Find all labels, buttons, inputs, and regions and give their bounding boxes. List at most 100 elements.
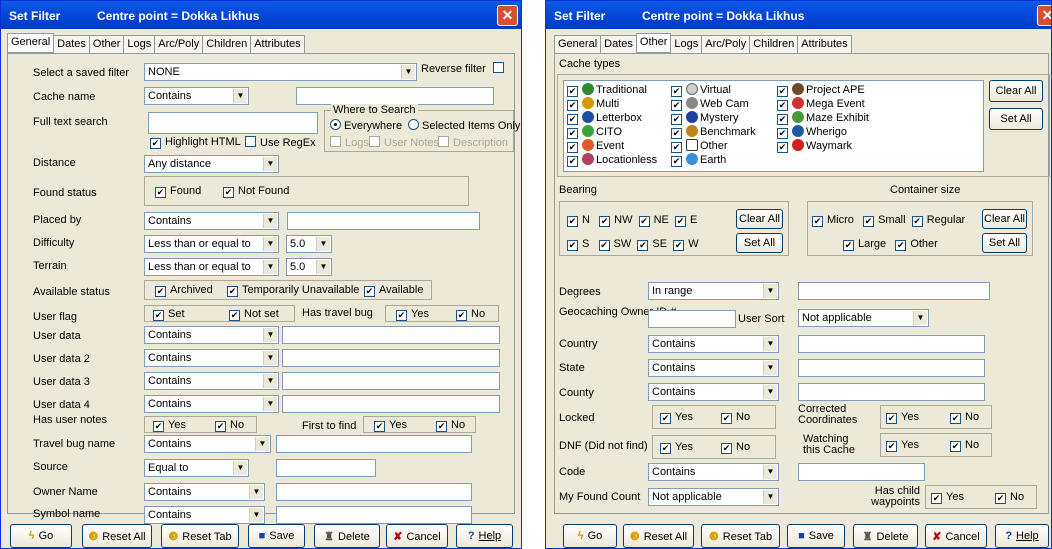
dnf-yes-checkbox[interactable]: ✔ Yes [660, 441, 693, 454]
locked-yes-checkbox[interactable]: ✔ Yes [660, 411, 693, 424]
cache-types-clear-all-button[interactable]: Clear All [989, 80, 1043, 102]
tab-children[interactable]: Children [749, 35, 799, 53]
difficulty-op-select[interactable]: Less than or equal to ▼ [144, 235, 279, 253]
help-button[interactable]: ? Help [456, 524, 513, 548]
cache-type-cito[interactable]: ✔ CITO [567, 125, 657, 139]
found-checkbox[interactable]: ✔ Found [155, 185, 201, 198]
cache-type-locationless[interactable]: ✔ Locationless [567, 153, 657, 167]
container-set-all-button[interactable]: Set All [982, 233, 1027, 253]
bearing-e-checkbox[interactable]: ✔ E [674, 214, 697, 227]
dnf-no-checkbox[interactable]: ✔ No [721, 441, 750, 454]
cache-type-project-ape[interactable]: ✔ Project APE [777, 83, 869, 97]
not-found-checkbox[interactable]: ✔ Not Found [223, 185, 289, 198]
close-icon[interactable]: ✕ [497, 5, 518, 26]
bearing-nw-checkbox[interactable]: ✔ NW [599, 214, 632, 227]
country-op-select[interactable]: Contains ▼ [648, 335, 779, 353]
cache-type-maze-exhibit[interactable]: ✔ Maze Exhibit [777, 111, 869, 125]
my-found-select[interactable]: Not applicable ▼ [648, 488, 779, 506]
difficulty-value-select[interactable]: 5.0 ▼ [286, 235, 332, 253]
save-button[interactable]: ■ Save [248, 524, 305, 548]
bearing-w-checkbox[interactable]: ✔ W [673, 238, 699, 251]
go-button[interactable]: ϟ Go [563, 524, 617, 548]
cache-type-mega-event[interactable]: ✔ Mega Event [777, 97, 869, 111]
tab-other[interactable]: Other [88, 35, 125, 53]
user-sort-select[interactable]: Not applicable ▼ [798, 309, 929, 327]
reset-tab-button[interactable]: ❸ Reset Tab [161, 524, 239, 548]
terrain-op-select[interactable]: Less than or equal to ▼ [144, 258, 279, 276]
cache-type-mystery[interactable]: ✔ Mystery [671, 111, 756, 125]
tab-general[interactable]: General [7, 33, 55, 52]
user-data3-input[interactable] [282, 372, 500, 390]
tab-dates[interactable]: Dates [53, 35, 90, 53]
user-data4-input[interactable] [282, 395, 500, 413]
user-data-input[interactable] [282, 326, 500, 344]
tab-logs[interactable]: Logs [123, 35, 156, 53]
tab-arc-poly[interactable]: Arc/Poly [701, 35, 751, 53]
full-text-input[interactable] [148, 112, 318, 134]
cancel-button[interactable]: ✘ Cancel [386, 524, 448, 548]
tab-general[interactable]: General [554, 35, 602, 53]
source-op-select[interactable]: Equal to ▼ [144, 459, 249, 477]
cache-type-traditional[interactable]: ✔ Traditional [567, 83, 657, 97]
gc-owner-input[interactable] [648, 310, 736, 328]
container-small-checkbox[interactable]: ✔ Small [863, 214, 906, 227]
everywhere-radio[interactable]: Everywhere [330, 119, 402, 132]
travel-bug-no-checkbox[interactable]: ✔ No [456, 308, 485, 321]
tab-arc-poly[interactable]: Arc/Poly [154, 35, 204, 53]
saved-filter-select[interactable]: NONE ▼ [144, 63, 417, 81]
bearing-sw-checkbox[interactable]: ✔ SW [598, 238, 631, 251]
source-input[interactable] [276, 459, 376, 477]
tab-attributes[interactable]: Attributes [250, 35, 305, 53]
travel-bug-name-input[interactable] [276, 435, 472, 453]
travel-bug-yes-checkbox[interactable]: ✔ Yes [396, 308, 429, 321]
user-flag-not-set-checkbox[interactable]: ✔ Not set [229, 308, 279, 321]
user-notes-checkbox[interactable]: User Notes [369, 136, 439, 149]
user-data2-input[interactable] [282, 349, 500, 367]
tab-other[interactable]: Other [635, 33, 672, 52]
has-child-no-checkbox[interactable]: ✔ No [995, 491, 1024, 504]
code-op-select[interactable]: Contains ▼ [648, 463, 779, 481]
terrain-value-select[interactable]: 5.0 ▼ [286, 258, 332, 276]
bearing-n-checkbox[interactable]: ✔ N [567, 214, 590, 227]
ftf-no-checkbox[interactable]: ✔ No [436, 419, 465, 432]
tab-logs[interactable]: Logs [670, 35, 703, 53]
available-checkbox[interactable]: ✔ Available [364, 284, 423, 297]
country-input[interactable] [798, 335, 985, 353]
temp-unavailable-checkbox[interactable]: ✔ Temporarily Unavailable [227, 284, 359, 297]
archived-checkbox[interactable]: ✔ Archived [155, 284, 213, 297]
degrees-input[interactable] [798, 282, 990, 300]
user-data-op-select[interactable]: Contains ▼ [144, 326, 279, 344]
cache-type-waymark[interactable]: ✔ Waymark [777, 139, 869, 153]
cache-type-earth[interactable]: ✔ Earth [671, 153, 756, 167]
state-op-select[interactable]: Contains ▼ [648, 359, 779, 377]
cache-type-wherigo[interactable]: ✔ Wherigo [777, 125, 869, 139]
symbol-name-op-select[interactable]: Contains ▼ [144, 506, 265, 524]
cache-types-set-all-button[interactable]: Set All [989, 108, 1043, 130]
cache-type-other[interactable]: ✔ Other [671, 139, 756, 153]
container-large-checkbox[interactable]: ✔ Large [843, 238, 886, 251]
bearing-s-checkbox[interactable]: ✔ S [567, 238, 589, 251]
save-button[interactable]: ■ Save [787, 524, 845, 548]
has-child-yes-checkbox[interactable]: ✔ Yes [931, 491, 964, 504]
watching-yes-checkbox[interactable]: ✔ Yes [886, 439, 919, 452]
reset-all-button[interactable]: ❸ Reset All [623, 524, 694, 548]
cache-name-input[interactable] [296, 87, 494, 105]
selected-items-radio[interactable]: Selected Items Only [408, 119, 520, 132]
cache-type-virtual[interactable]: ✔ Virtual [671, 83, 756, 97]
distance-select[interactable]: Any distance ▼ [144, 155, 279, 173]
user-data4-op-select[interactable]: Contains ▼ [144, 395, 279, 413]
tab-children[interactable]: Children [202, 35, 252, 53]
placed-by-input[interactable] [287, 212, 480, 230]
reset-all-button[interactable]: ❸ Reset All [82, 524, 152, 548]
logs-checkbox[interactable]: Logs [330, 136, 369, 149]
owner-name-op-select[interactable]: Contains ▼ [144, 483, 265, 501]
tab-attributes[interactable]: Attributes [797, 35, 852, 53]
highlight-html-checkbox[interactable]: ✔ Highlight HTML [150, 136, 241, 149]
container-micro-checkbox[interactable]: ✔ Micro [812, 214, 854, 227]
user-notes-no-checkbox[interactable]: ✔ No [215, 419, 244, 432]
county-input[interactable] [798, 383, 985, 401]
cancel-button[interactable]: ✘ Cancel [925, 524, 987, 548]
delete-button[interactable]: ♜ Delete [314, 524, 380, 548]
cache-type-web-cam[interactable]: ✔ Web Cam [671, 97, 756, 111]
placed-by-op-select[interactable]: Contains ▼ [144, 212, 279, 230]
